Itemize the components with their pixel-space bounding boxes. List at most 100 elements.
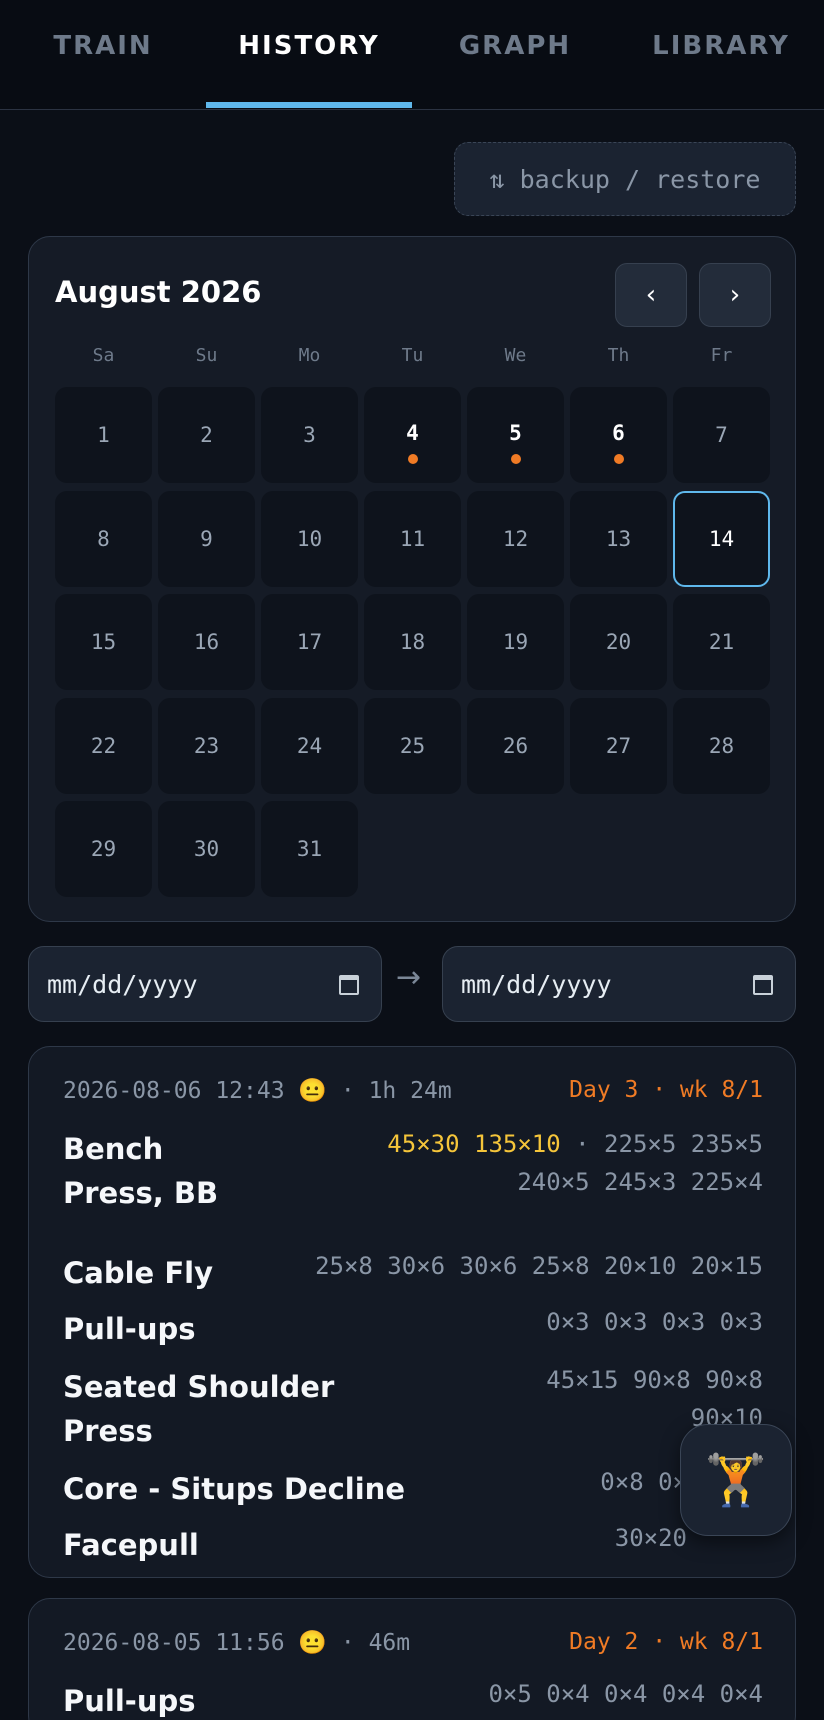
exercise-name: Cable Fly: [63, 1251, 213, 1295]
calendar-day[interactable]: 30: [158, 801, 255, 897]
weekday-label: Su: [195, 345, 218, 366]
calendar-day-number: 10: [296, 526, 323, 551]
workout-card[interactable]: 2026-08-05 11:56 😐 · 46m Day 2 · wk 8/1 …: [28, 1598, 796, 1720]
calendar-day[interactable]: 5: [467, 387, 564, 483]
exercise-name-line: Cable Fly: [63, 1256, 213, 1290]
calendar-day[interactable]: 16: [158, 594, 255, 690]
calendar-day-number: 22: [90, 733, 117, 758]
calendar-day[interactable]: 23: [158, 697, 255, 794]
set-line: 30×20: [614, 1524, 687, 1552]
set-line: 45×30 135×10 · 225×5 235×5: [387, 1125, 763, 1163]
backup-restore-button[interactable]: ⇅ backup / restore: [454, 142, 796, 216]
calendar-day-number: 25: [399, 733, 426, 758]
calendar-icon[interactable]: [339, 975, 359, 995]
workout-dot-icon: [407, 453, 418, 464]
calendar-day-number: 27: [605, 733, 632, 758]
calendar-day[interactable]: 11: [364, 490, 461, 587]
calendar-day[interactable]: 27: [570, 697, 667, 794]
calendar-day[interactable]: 22: [55, 697, 152, 794]
calendar-day[interactable]: 4: [364, 387, 461, 483]
calendar-day-number: 1: [97, 423, 110, 447]
exercise-name-line: Pull-ups: [63, 1312, 196, 1346]
exercise-name-line: Facepull: [63, 1528, 199, 1562]
calendar-day-number: 29: [90, 837, 117, 861]
calendar-day[interactable]: 3: [261, 387, 358, 483]
next-month-button[interactable]: ›: [699, 263, 771, 327]
calendar-day-number: 13: [605, 526, 632, 551]
exercise-name: Bench Press, BB: [63, 1127, 218, 1215]
set-line: 240×5 245×3 225×4: [517, 1168, 763, 1196]
calendar-day[interactable]: 10: [261, 490, 358, 587]
set-separator: ·: [560, 1130, 605, 1158]
active-tab-indicator: [206, 102, 412, 108]
calendar-day[interactable]: 20: [570, 594, 667, 690]
prev-month-button[interactable]: ‹: [615, 263, 687, 327]
calendar-day-number: 20: [605, 630, 632, 654]
calendar-day[interactable]: 1: [55, 387, 152, 483]
workout-day-label: Day 2 · wk 8/1: [569, 1629, 763, 1655]
calendar-day[interactable]: 13: [570, 490, 667, 587]
calendar-day-number: 5: [509, 420, 522, 445]
tab-train[interactable]: TRAIN: [0, 0, 206, 108]
calendar-day-number: 24: [296, 733, 323, 758]
calendar-day[interactable]: 19: [467, 594, 564, 690]
weightlifter-icon: 🏋️: [704, 1450, 768, 1509]
calendar-day-number: 18: [399, 630, 426, 654]
date-from-input[interactable]: mm/dd/yyyy: [28, 946, 382, 1022]
weekday-label: Mo: [298, 345, 321, 366]
calendar-day[interactable]: 12: [467, 490, 564, 587]
calendar-day-number: 19: [502, 630, 529, 654]
calendar-day[interactable]: 15: [55, 594, 152, 690]
set-line: 45×15 90×8 90×8: [546, 1366, 763, 1394]
calendar-day-number: 4: [406, 420, 419, 445]
work-sets: 225×5 235×5: [604, 1130, 763, 1158]
calendar-day[interactable]: 8: [55, 490, 152, 587]
calendar-icon[interactable]: [753, 975, 773, 995]
calendar-day-number: 7: [715, 423, 728, 447]
start-workout-fab[interactable]: 🏋️: [680, 1424, 792, 1536]
exercise-name-line: Bench: [63, 1132, 164, 1166]
calendar-day-number: 6: [612, 420, 625, 445]
exercise-name-line: Seated Shoulder: [63, 1370, 335, 1404]
calendar-day[interactable]: 14: [673, 490, 770, 587]
calendar-day[interactable]: 31: [261, 801, 358, 897]
warmup-sets: 45×30 135×10: [387, 1130, 561, 1158]
calendar-day[interactable]: 6: [570, 387, 667, 483]
date-from-value: mm/dd/yyyy: [47, 969, 198, 999]
calendar-day[interactable]: 18: [364, 594, 461, 690]
tab-history[interactable]: HISTORY: [206, 0, 412, 108]
calendar-day[interactable]: 9: [158, 490, 255, 587]
calendar-day[interactable]: 21: [673, 594, 770, 690]
range-arrow-icon: →: [396, 960, 422, 995]
weekday-label: Tu: [401, 345, 424, 366]
calendar-day-number: 14: [708, 526, 735, 551]
exercise-name: Core - Situps Decline: [63, 1467, 405, 1511]
date-to-input[interactable]: mm/dd/yyyy: [442, 946, 796, 1022]
calendar-day[interactable]: 17: [261, 594, 358, 690]
exercise-sets: 0×5 0×4 0×4 0×4 0×4: [488, 1675, 763, 1713]
exercise-sets: 45×30 135×10 · 225×5 235×5 240×5 245×3 2…: [387, 1125, 763, 1201]
calendar-day-number: 11: [399, 526, 426, 551]
calendar-day[interactable]: 25: [364, 697, 461, 794]
exercise-name-line: Press: [63, 1414, 153, 1448]
calendar-day-number: 9: [200, 526, 213, 551]
calendar-day[interactable]: 24: [261, 697, 358, 794]
tab-library[interactable]: LIBRARY: [618, 0, 824, 108]
exercise-name: Pull-ups: [63, 1679, 195, 1720]
calendar-day-number: 15: [90, 630, 117, 654]
workout-dot-icon: [510, 453, 521, 464]
exercise-name: Seated Shoulder Press: [63, 1365, 334, 1453]
workout-meta: 2026-08-05 11:56 😐 · 46m: [63, 1630, 411, 1656]
exercise-name-line: Pull-ups: [63, 1684, 196, 1718]
tab-graph[interactable]: GRAPH: [412, 0, 618, 108]
exercise-sets: 25×8 30×6 30×6 25×8 20×10 20×15: [315, 1247, 763, 1285]
exercise-sets: 0×8 0×: [600, 1463, 687, 1501]
calendar-day[interactable]: 28: [673, 697, 770, 794]
calendar-day[interactable]: 29: [55, 801, 152, 897]
exercise-sets: 30×20: [615, 1519, 687, 1557]
weekday-label: Fr: [710, 345, 733, 366]
calendar-day[interactable]: 2: [158, 387, 255, 483]
calendar-day[interactable]: 26: [467, 697, 564, 794]
calendar-day[interactable]: 7: [673, 387, 770, 483]
set-line: 0×8 0×: [600, 1468, 687, 1496]
